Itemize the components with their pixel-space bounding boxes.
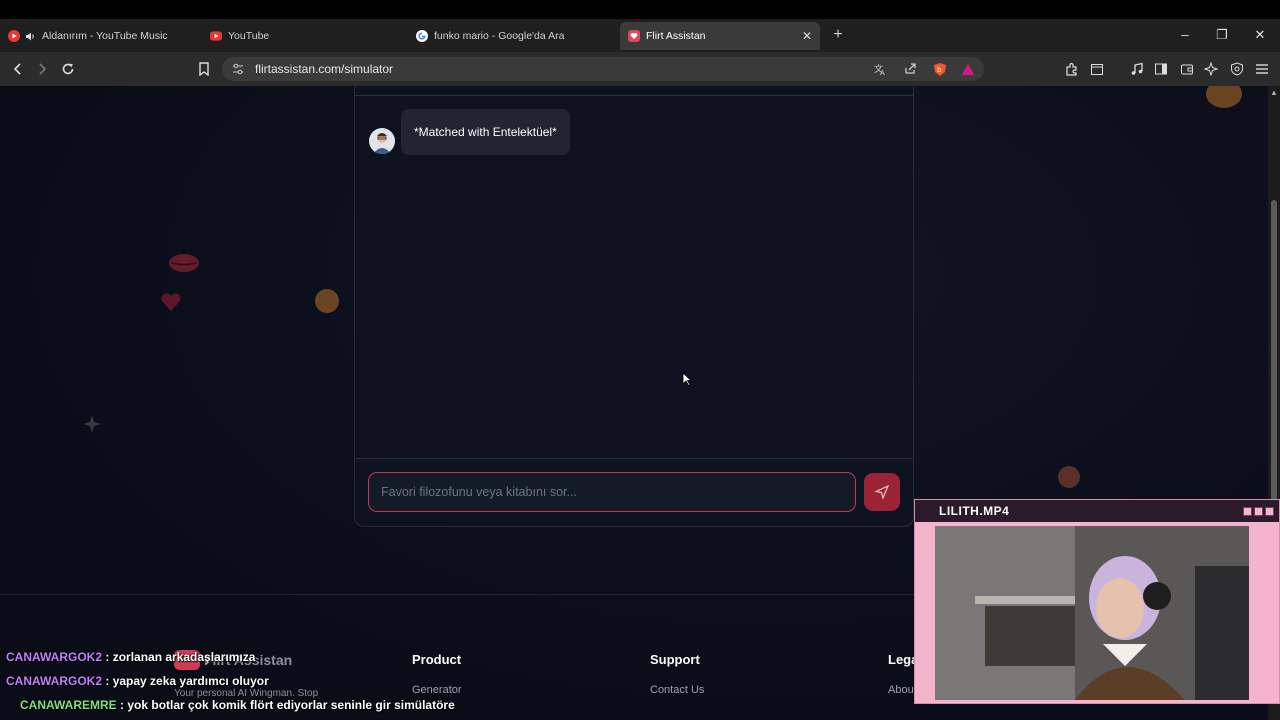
chat-username: CANAWAREMRE xyxy=(20,698,117,712)
chat-username: CANAWARGOK2 xyxy=(6,674,103,688)
restore-button[interactable]: ❐ xyxy=(1212,26,1232,44)
youtube-music-icon xyxy=(8,30,20,42)
menu-icon[interactable] xyxy=(1254,61,1270,77)
tab-flirt-assistan[interactable]: Flirt Assistan ✕ xyxy=(620,22,820,50)
chat-username: CANAWARGOK2 xyxy=(6,650,103,664)
footer-link-about[interactable]: Abou xyxy=(888,684,914,696)
url-text: flirtassistan.com/simulator xyxy=(255,62,394,76)
tab-title: YouTube xyxy=(228,30,270,42)
browser-toolbar: flirtassistan.com/simulator 文A b xyxy=(0,52,1280,86)
webcam-close-icon xyxy=(1265,507,1274,516)
top-strip xyxy=(0,0,1280,19)
brave-shields-icon[interactable]: b xyxy=(932,61,948,77)
media-controls-icon[interactable] xyxy=(1129,61,1145,77)
webcam-minimize-icon xyxy=(1243,507,1252,516)
chat-message: : yapay zeka yardımcı oluyor xyxy=(105,674,269,688)
extensions-icon[interactable] xyxy=(1064,61,1080,77)
sparkle-emoji-icon xyxy=(82,414,102,439)
tab-manager-icon[interactable] xyxy=(1089,61,1105,77)
chat-message: : yok botlar çok komik flört ediyorlar s… xyxy=(120,698,455,712)
webcam-maximize-icon xyxy=(1254,507,1263,516)
tab-title: Flirt Assistan xyxy=(646,30,706,42)
footer-heading-support: Support xyxy=(650,652,700,667)
youtube-icon xyxy=(210,30,222,42)
message-input[interactable] xyxy=(368,472,856,512)
webcam-overlay: LILITH.MP4 xyxy=(914,499,1280,704)
audio-playing-icon[interactable] xyxy=(24,30,36,42)
minimize-button[interactable]: – xyxy=(1175,26,1195,44)
matched-message-bubble: *Matched with Entelektüel* xyxy=(401,109,570,155)
chat-message: : zorlanan arkadaşlarımıza xyxy=(105,650,256,664)
stream-chat-line: CANAWAREMRE : yok botlar çok komik flört… xyxy=(20,698,455,712)
google-icon xyxy=(416,30,428,42)
wallet-icon[interactable] xyxy=(1179,61,1195,77)
webcam-titlebar: LILITH.MP4 xyxy=(915,500,1279,522)
footer-link-generator[interactable]: Generator xyxy=(412,684,462,696)
match-avatar xyxy=(369,128,395,154)
site-settings-icon[interactable] xyxy=(230,61,246,77)
translate-icon[interactable]: 文A xyxy=(872,61,888,77)
svg-text:b: b xyxy=(937,66,942,74)
heart-icon xyxy=(628,30,640,42)
send-button[interactable] xyxy=(864,473,900,511)
tab-title: funko mario - Google'da Ara xyxy=(434,30,565,42)
tab-youtube-music[interactable]: Aldanırım - YouTube Music xyxy=(8,22,204,50)
new-tab-button[interactable]: + xyxy=(829,26,847,44)
close-window-button[interactable]: ✕ xyxy=(1250,26,1270,44)
share-icon[interactable] xyxy=(902,61,918,77)
close-tab-icon[interactable]: ✕ xyxy=(800,29,814,43)
emoji-deco-icon xyxy=(1204,86,1244,117)
tab-google-search[interactable]: funko mario - Google'da Ara xyxy=(416,22,616,50)
divider xyxy=(355,95,913,96)
heart-emoji-icon xyxy=(160,292,182,317)
webcam-video xyxy=(935,526,1249,700)
tab-youtube[interactable]: YouTube xyxy=(210,22,410,50)
mouse-cursor-icon xyxy=(682,372,693,391)
stream-chat-line: CANAWARGOK2 : yapay zeka yardımcı oluyor xyxy=(6,674,269,688)
stream-chat-line: CANAWARGOK2 : zorlanan arkadaşlarımıza xyxy=(6,650,255,664)
reload-icon[interactable] xyxy=(60,61,76,77)
leo-ai-icon[interactable] xyxy=(1203,61,1219,77)
face-emoji-icon xyxy=(314,288,340,319)
tab-title: Aldanırım - YouTube Music xyxy=(42,30,168,42)
tab-bar: Aldanırım - YouTube Music YouTube funko … xyxy=(0,19,1280,52)
send-icon xyxy=(875,485,889,499)
emoji-deco-icon xyxy=(1056,464,1082,495)
vpn-icon[interactable] xyxy=(1229,61,1245,77)
address-bar[interactable]: flirtassistan.com/simulator 文A b xyxy=(222,57,984,81)
svg-text:A: A xyxy=(880,69,885,76)
brave-rewards-icon[interactable] xyxy=(960,61,976,77)
footer-link-contact[interactable]: Contact Us xyxy=(650,684,704,696)
webcam-title: LILITH.MP4 xyxy=(939,504,1010,518)
scroll-up-icon[interactable]: ▲ xyxy=(1270,88,1278,97)
bookmark-icon[interactable] xyxy=(196,61,212,77)
back-icon[interactable] xyxy=(10,61,26,77)
chat-panel: *Matched with Entelektüel* xyxy=(354,86,914,527)
sidebar-icon[interactable] xyxy=(1153,61,1169,77)
forward-icon[interactable] xyxy=(34,61,50,77)
footer-heading-product: Product xyxy=(412,652,462,667)
divider xyxy=(355,458,913,459)
lips-emoji-icon xyxy=(168,252,200,279)
